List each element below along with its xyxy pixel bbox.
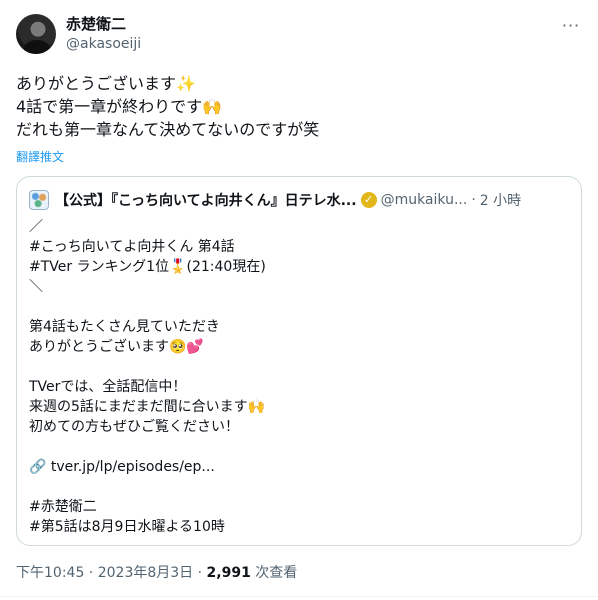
views-count: 2,991 bbox=[206, 565, 251, 581]
separator-dot: · bbox=[193, 565, 207, 581]
translate-tweet-link[interactable]: 翻譯推文 bbox=[16, 148, 64, 165]
quoted-text-line bbox=[29, 437, 569, 457]
views-label: 次查看 bbox=[250, 565, 298, 581]
quoted-text-line: ＼ bbox=[29, 279, 43, 295]
quoted-timestamp[interactable]: 2 小時 bbox=[480, 190, 521, 210]
quoted-text-line bbox=[29, 297, 569, 317]
tweet-text: ありがとうございます✨ 4話で第一章が終わりです🙌 だれも第一章なんて決めてない… bbox=[16, 72, 576, 141]
author-handle[interactable]: @akasoeiji bbox=[66, 34, 141, 54]
avatar[interactable] bbox=[16, 14, 56, 54]
quoted-tweet-card[interactable]: 【公式】『こっち向いてよ向井くん』日テレ水... ✓ @mukaiku... ·… bbox=[16, 176, 582, 546]
post-date[interactable]: 2023年8月3日 bbox=[98, 565, 193, 581]
separator-dot: · bbox=[471, 192, 476, 208]
divider bbox=[0, 596, 598, 597]
tweet: 赤楚衛二 @akasoeiji ··· ありがとうございます✨ 4話で第一章が終… bbox=[0, 0, 598, 600]
quoted-text-line bbox=[29, 477, 569, 497]
tweet-meta: 下午10:45 · 2023年8月3日 · 2,991 次查看 bbox=[16, 562, 297, 582]
quoted-text-line[interactable]: #TVer ランキング1位🎖️(21:40現在) bbox=[29, 257, 569, 277]
quoted-text-line: 初めての方もぜひご覧ください！ bbox=[29, 419, 239, 435]
author-name[interactable]: 赤楚衛二 bbox=[66, 14, 126, 34]
quoted-text-line: TVerでは、全話配信中！ bbox=[29, 379, 187, 395]
quoted-text-line: ありがとうございます🥺💕 bbox=[29, 339, 204, 355]
quoted-avatar[interactable] bbox=[29, 190, 49, 210]
more-options-icon[interactable]: ··· bbox=[560, 14, 582, 36]
quoted-text-line[interactable]: #赤楚衛二 bbox=[29, 497, 569, 517]
quoted-text-line[interactable]: #こっち向いてよ向井くん 第4話 bbox=[29, 237, 569, 257]
quoted-tweet-header: 【公式】『こっち向いてよ向井くん』日テレ水... ✓ @mukaiku... ·… bbox=[29, 189, 569, 211]
quoted-text-line: 来週の5話にまだまだ間に合います🙌 bbox=[29, 399, 266, 415]
quoted-author-handle[interactable]: @mukaiku... bbox=[381, 192, 468, 208]
post-time[interactable]: 下午10:45 bbox=[16, 565, 84, 581]
quoted-text-line: 第4話もたくさん見ていただき bbox=[29, 319, 220, 335]
quoted-tweet-text: ／ #こっち向いてよ向井くん 第4話 #TVer ランキング1位🎖️(21:40現在… bbox=[29, 217, 569, 537]
quoted-link[interactable]: 🔗 tver.jp/lp/episodes/ep... bbox=[29, 457, 569, 477]
verified-badge-icon: ✓ bbox=[360, 192, 377, 208]
quoted-text-line bbox=[29, 357, 569, 377]
quoted-text-line[interactable]: #第5話は8月9日水曜よる10時 bbox=[29, 517, 569, 537]
separator-dot: · bbox=[84, 565, 98, 581]
tweet-text-line: ありがとうございます✨ bbox=[16, 74, 196, 93]
tweet-text-line: 4話で第一章が終わりです🙌 bbox=[16, 97, 223, 116]
tweet-text-line: だれも第一章なんて決めてないのですが笑 bbox=[16, 120, 320, 139]
quoted-author-name[interactable]: 【公式】『こっち向いてよ向井くん』日テレ水... bbox=[55, 190, 357, 210]
quoted-text-line: ／ bbox=[29, 219, 43, 235]
